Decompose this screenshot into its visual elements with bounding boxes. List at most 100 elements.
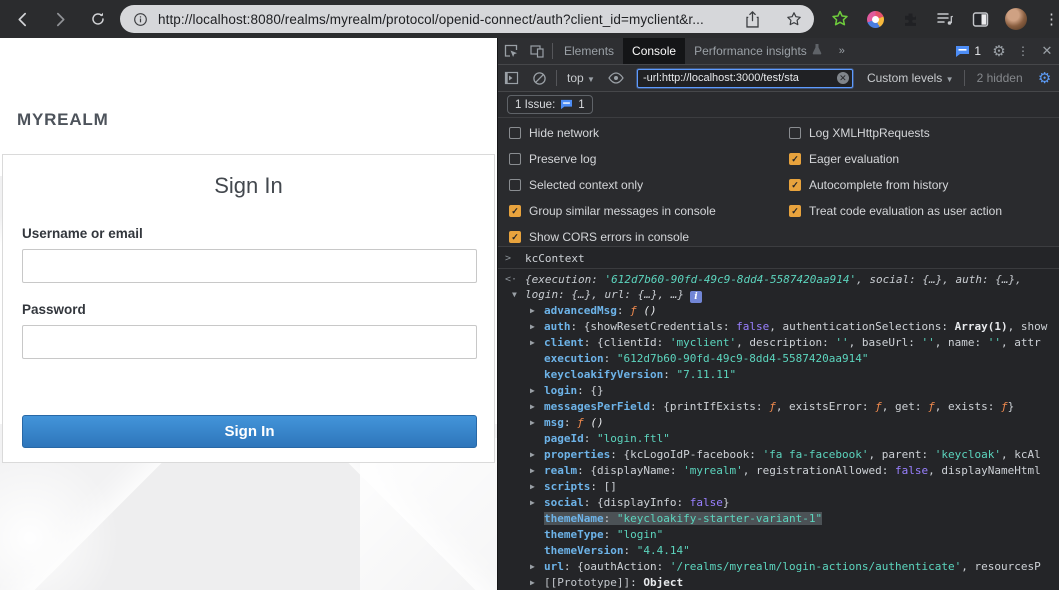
settings-gear-icon[interactable]: ⚙: [987, 38, 1011, 64]
experiment-flask-icon: [812, 38, 822, 64]
console-text: : {oauthAction:: [564, 560, 670, 573]
console-text: , existsError:: [776, 400, 875, 413]
login-heading: Sign In: [3, 173, 494, 199]
expand-toggle-icon[interactable]: ▶: [530, 383, 535, 399]
checkbox-hide-network[interactable]: Hide network: [509, 125, 599, 141]
console-settings-gear-icon[interactable]: ⚙: [1033, 65, 1057, 91]
tab-console[interactable]: Console: [623, 38, 685, 64]
issues-chip[interactable]: 1 Issue: 1: [507, 95, 593, 114]
console-text: Array(1): [955, 320, 1008, 333]
expand-toggle-icon[interactable]: ▶: [530, 415, 535, 431]
console-text: :: [604, 528, 617, 541]
console-line: ▶properties: {kcLogoIdP-facebook: 'fa fa…: [498, 447, 1059, 463]
tab-performance-insights[interactable]: Performance insights: [685, 38, 831, 64]
checkbox-log-xmlhttprequests[interactable]: Log XMLHttpRequests: [789, 125, 930, 141]
expand-toggle-icon[interactable]: ▶: [530, 319, 535, 335]
console-text: :: [663, 368, 676, 381]
checkbox-box[interactable]: [509, 179, 521, 191]
divider: [964, 70, 965, 86]
menu-dots-icon[interactable]: ⋮: [1044, 10, 1059, 28]
device-toolbar-icon[interactable]: [524, 38, 550, 64]
eval-info-badge[interactable]: i: [690, 291, 702, 303]
devtools-menu-icon[interactable]: ⋮: [1011, 38, 1035, 64]
checkbox-eager-evaluation[interactable]: ✓Eager evaluation: [789, 151, 899, 167]
clear-console-icon[interactable]: [526, 65, 552, 91]
console-text: : {kcLogoIdP-facebook:: [610, 448, 762, 461]
more-tabs-icon[interactable]: »: [831, 45, 853, 57]
reload-icon[interactable]: [88, 9, 108, 29]
clear-filter-icon[interactable]: ✕: [837, 72, 849, 84]
console-line: >kcContext: [498, 250, 1059, 269]
info-icon[interactable]: [130, 9, 150, 29]
tab-elements[interactable]: Elements: [555, 38, 623, 64]
username-label: Username or email: [22, 226, 143, 241]
expand-toggle-icon[interactable]: ▼: [512, 288, 517, 302]
message-bubble-icon: [955, 45, 970, 58]
context-selector[interactable]: top ▼: [561, 71, 601, 85]
live-expression-eye-icon[interactable]: [603, 65, 629, 91]
expand-toggle-icon[interactable]: ▶: [530, 559, 535, 575]
console-text: login: {…}, url: {…}, …}: [525, 288, 684, 301]
url-text[interactable]: http://localhost:8080/realms/myrealm/pro…: [158, 12, 742, 27]
log-levels-dropdown[interactable]: Custom levels ▼: [861, 71, 960, 85]
green-star-extension-icon[interactable]: [830, 9, 850, 29]
avatar[interactable]: [1005, 8, 1027, 30]
console-text: : {}: [577, 384, 604, 397]
expand-toggle-icon[interactable]: ▶: [530, 447, 535, 463]
console-sidebar-icon[interactable]: [498, 65, 524, 91]
back-icon[interactable]: [12, 9, 32, 29]
inspect-element-icon[interactable]: [498, 38, 524, 64]
divider: [556, 70, 557, 86]
console-text: :: [604, 512, 617, 525]
share-icon[interactable]: [742, 9, 762, 29]
issues-row: 1 Issue: 1: [498, 92, 1059, 118]
password-input[interactable]: [22, 325, 477, 359]
console-filter-input[interactable]: -url:http://localhost:3000/test/sta ✕: [637, 69, 853, 88]
side-panel-icon[interactable]: [970, 9, 990, 29]
checkbox-show-cors-errors-in-console[interactable]: ✓Show CORS errors in console: [509, 229, 689, 245]
expand-toggle-icon[interactable]: ▶: [530, 479, 535, 495]
console-line: ▶realm: {displayName: 'myrealm', registr…: [498, 463, 1059, 479]
pinwheel-extension-icon[interactable]: [865, 9, 885, 29]
expand-toggle-icon[interactable]: ▶: [530, 303, 535, 319]
bookmark-star-icon[interactable]: [784, 9, 804, 29]
console-prompt-icon: >: [505, 250, 511, 268]
sign-in-button[interactable]: Sign In: [22, 415, 477, 448]
expand-toggle-icon[interactable]: ▶: [530, 463, 535, 479]
username-input[interactable]: [22, 249, 477, 283]
expand-toggle-icon[interactable]: ▶: [530, 335, 535, 351]
forward-icon[interactable]: [50, 9, 70, 29]
checkbox-box[interactable]: ✓: [509, 231, 521, 243]
checkbox-box[interactable]: ✓: [789, 153, 801, 165]
checkbox-box[interactable]: ✓: [789, 205, 801, 217]
console-text: ƒ: [928, 400, 935, 413]
console-line: ▶client: {clientId: 'myclient', descript…: [498, 335, 1059, 351]
checkbox-group-similar-messages-in-console[interactable]: ✓Group similar messages in console: [509, 203, 716, 219]
console-text: ƒ: [875, 400, 882, 413]
issue-bubble-icon: [560, 99, 573, 110]
expand-toggle-icon[interactable]: ▶: [530, 495, 535, 511]
checkbox-box[interactable]: [509, 153, 521, 165]
console-text: (): [637, 304, 657, 317]
console-text: , registrationAllowed:: [743, 464, 895, 477]
checkbox-box[interactable]: ✓: [789, 179, 801, 191]
url-bar[interactable]: http://localhost:8080/realms/myrealm/pro…: [120, 5, 814, 33]
console-text: : {displayInfo:: [584, 496, 690, 509]
console-text: :: [617, 304, 630, 317]
expand-toggle-icon[interactable]: ▶: [530, 575, 535, 590]
checkbox-treat-code-evaluation-as-user-action[interactable]: ✓Treat code evaluation as user action: [789, 203, 1002, 219]
reading-list-icon[interactable]: [935, 9, 955, 29]
console-text: :: [564, 416, 577, 429]
checkbox-selected-context-only[interactable]: Selected context only: [509, 177, 643, 193]
console-messages-badge[interactable]: 1: [949, 44, 987, 58]
checkbox-preserve-log[interactable]: Preserve log: [509, 151, 596, 167]
puzzle-extensions-icon[interactable]: [900, 9, 920, 29]
checkbox-box[interactable]: [509, 127, 521, 139]
checkbox-box[interactable]: ✓: [509, 205, 521, 217]
checkbox-box[interactable]: [789, 127, 801, 139]
console-text: : []: [590, 480, 617, 493]
console-text: :: [623, 544, 636, 557]
checkbox-autocomplete-from-history[interactable]: ✓Autocomplete from history: [789, 177, 948, 193]
expand-toggle-icon[interactable]: ▶: [530, 399, 535, 415]
close-icon[interactable]: ✕: [1035, 38, 1059, 64]
